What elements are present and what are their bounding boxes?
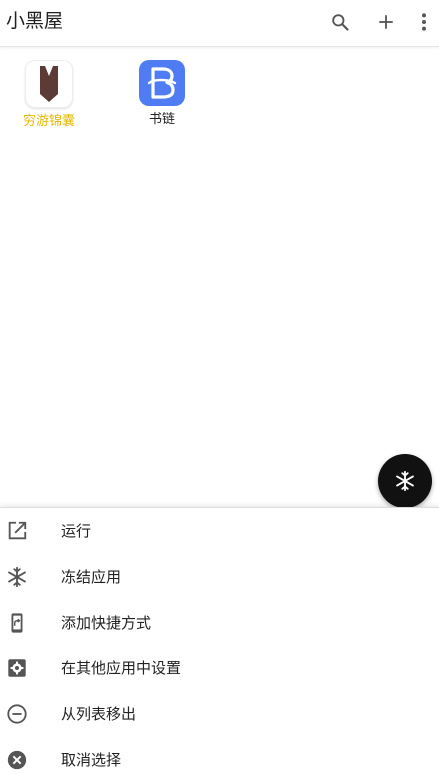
search-button[interactable] <box>325 7 355 37</box>
menu-item-deselect[interactable]: 取消选择 <box>0 737 439 774</box>
menu-item-label: 冻结应用 <box>61 568 122 586</box>
menu-item-label: 在其他应用中设置 <box>61 659 182 677</box>
shulian-logo <box>147 67 177 99</box>
app-tile-shulian[interactable]: 书链 <box>117 60 207 128</box>
menu-item-label: 运行 <box>61 522 92 540</box>
app-label-qyer: 穷游锦囊 <box>22 114 75 129</box>
add-icon <box>379 15 393 29</box>
menu-item-add-shortcut[interactable]: 添加快捷方式 <box>0 600 439 646</box>
settings-box-icon <box>8 659 26 677</box>
menu-item-label: 取消选择 <box>61 751 122 769</box>
app-tile-qyer[interactable]: 穷游锦囊 <box>4 60 94 130</box>
freeze-fab[interactable] <box>378 454 432 508</box>
snowflake-icon <box>396 470 414 492</box>
toolbar: 小黑屋 <box>0 0 439 47</box>
app-root: 小黑屋 穷游锦囊 书链 运行 冻结应用 添加快捷方式 在其他应用中设置 从列表移… <box>0 0 439 774</box>
cancel-circle-icon <box>7 750 27 770</box>
more-options-button[interactable] <box>412 7 436 37</box>
menu-item-settings-elsewhere[interactable]: 在其他应用中设置 <box>0 645 439 691</box>
snowflake-icon <box>8 566 26 588</box>
open-external-icon <box>8 521 27 540</box>
qyer-app-icon <box>25 60 73 108</box>
menu-item-run[interactable]: 运行 <box>0 508 439 554</box>
menu-item-label: 从列表移出 <box>61 705 137 723</box>
menu-item-remove-from-list[interactable]: 从列表移出 <box>0 691 439 737</box>
action-bottom-sheet: 运行 冻结应用 添加快捷方式 在其他应用中设置 从列表移出 取消选择 <box>0 507 439 774</box>
search-icon <box>332 14 349 31</box>
menu-item-label: 添加快捷方式 <box>61 614 152 632</box>
remove-circle-icon <box>7 704 27 724</box>
menu-item-freeze[interactable]: 冻结应用 <box>0 554 439 600</box>
more-vert-icon <box>422 13 426 31</box>
shulian-app-icon <box>139 60 185 106</box>
page-title: 小黑屋 <box>6 10 64 32</box>
phone-shortcut-icon <box>11 613 23 633</box>
app-label-shulian: 书链 <box>148 112 175 127</box>
add-button[interactable] <box>371 7 401 37</box>
qyer-logo <box>40 66 58 102</box>
